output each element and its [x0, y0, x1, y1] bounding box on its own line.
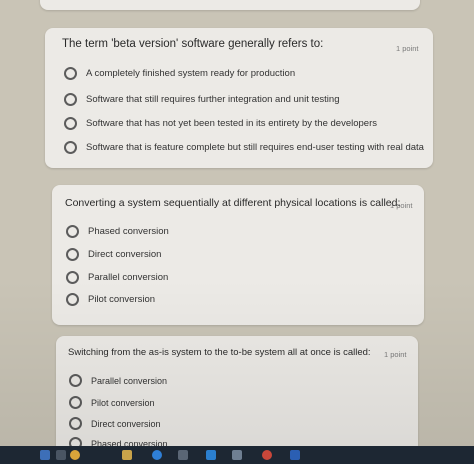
previous-question-card	[40, 0, 420, 10]
photos-icon[interactable]	[232, 450, 242, 460]
option-radio[interactable]: A completely finished system ready for p…	[64, 67, 295, 80]
windows-icon[interactable]	[40, 450, 50, 460]
windows-taskbar	[0, 446, 474, 464]
option-radio[interactable]: Direct conversion	[69, 417, 161, 430]
question-title: The term 'beta version' software general…	[62, 38, 324, 50]
radio-button[interactable]	[66, 225, 79, 238]
radio-button[interactable]	[64, 93, 77, 106]
question-title: Switching from the as-is system to the t…	[68, 347, 371, 358]
store-icon[interactable]	[178, 450, 188, 460]
option-label: Pilot conversion	[91, 397, 155, 408]
option-radio[interactable]: Phased conversion	[66, 225, 169, 238]
search-icon[interactable]	[56, 450, 66, 460]
option-label: Software that is feature complete but st…	[86, 142, 424, 153]
option-label: Direct conversion	[88, 249, 162, 260]
option-label: Phased conversion	[88, 226, 169, 237]
option-radio[interactable]: Software that still requires further int…	[64, 93, 339, 106]
option-label: Parallel conversion	[88, 272, 169, 283]
radio-button[interactable]	[66, 293, 79, 306]
radio-button[interactable]	[66, 248, 79, 261]
option-radio[interactable]: Pilot conversion	[66, 293, 155, 306]
edge-icon[interactable]	[152, 450, 162, 460]
radio-button[interactable]	[64, 67, 77, 80]
question-points: 1 point	[396, 44, 419, 53]
option-label: Pilot conversion	[88, 294, 156, 305]
question-card-3: Switching from the as-is system to the t…	[56, 336, 418, 461]
question-title: Converting a system sequentially at diff…	[65, 197, 401, 209]
mail-icon[interactable]	[206, 450, 216, 460]
option-label: Parallel conversion	[91, 375, 168, 386]
radio-button[interactable]	[64, 141, 77, 154]
question-card-1: The term 'beta version' software general…	[45, 28, 433, 168]
radio-button[interactable]	[69, 396, 82, 409]
option-radio[interactable]: Parallel conversion	[66, 271, 168, 284]
question-points: 1 point	[390, 201, 413, 210]
chrome-profile-icon[interactable]	[262, 450, 272, 460]
option-radio[interactable]: Direct conversion	[66, 248, 161, 261]
option-label: Software that still requires further int…	[86, 94, 340, 105]
radio-button[interactable]	[69, 374, 82, 387]
option-label: A completely finished system ready for p…	[86, 68, 296, 79]
radio-button[interactable]	[69, 417, 82, 430]
option-radio[interactable]: Pilot conversion	[69, 396, 155, 409]
option-label: Software that has not yet been tested in…	[86, 118, 377, 129]
option-radio[interactable]: Parallel conversion	[69, 374, 167, 387]
option-label: Direct conversion	[91, 418, 161, 429]
file-explorer-icon[interactable]	[122, 450, 132, 460]
option-radio[interactable]: Software that is feature complete but st…	[64, 141, 424, 154]
word-icon[interactable]	[290, 450, 300, 460]
question-card-2: Converting a system sequentially at diff…	[52, 185, 424, 325]
option-radio[interactable]: Software that has not yet been tested in…	[64, 117, 377, 130]
chrome-icon[interactable]	[70, 450, 80, 460]
radio-button[interactable]	[64, 117, 77, 130]
question-points: 1 point	[384, 350, 407, 359]
radio-button[interactable]	[66, 271, 79, 284]
